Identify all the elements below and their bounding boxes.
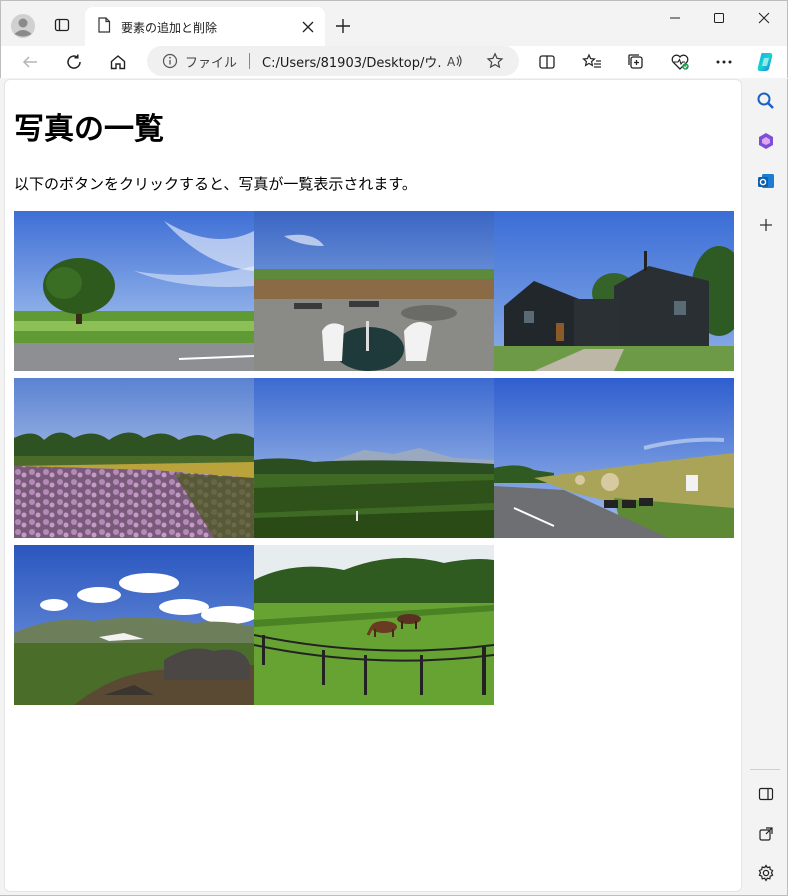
window-close-icon[interactable] — [742, 5, 786, 31]
page-icon — [97, 17, 111, 37]
edge-sidebar — [744, 79, 788, 896]
sidebar-divider — [750, 769, 780, 770]
browser-toolbar: ファイル C:/Users/81903/Desktop/ウ... A — [0, 46, 788, 78]
favorites-list-icon[interactable] — [577, 48, 607, 76]
copilot-mini-icon[interactable] — [752, 127, 780, 155]
photo-terrace-table-chairs — [254, 211, 494, 371]
photo-horses-pasture — [254, 545, 494, 705]
split-screen-icon[interactable] — [532, 48, 562, 76]
web-page: 写真の一覧 以下のボタンをクリックすると、写真が一覧表示されます。 — [4, 79, 742, 892]
svg-text:A: A — [447, 55, 456, 69]
tab-title: 要素の追加と削除 — [121, 20, 218, 35]
tab-actions-icon[interactable] — [49, 12, 75, 38]
add-icon[interactable] — [752, 211, 780, 239]
address-scheme-label: ファイル — [185, 55, 238, 71]
address-divider — [249, 53, 251, 69]
star-icon[interactable] — [485, 51, 505, 71]
browser-essentials-icon[interactable] — [665, 48, 695, 76]
collections-icon[interactable] — [621, 48, 651, 76]
tab-active[interactable]: 要素の追加と削除 — [85, 7, 325, 47]
home-icon[interactable] — [103, 48, 133, 76]
plus-icon[interactable] — [331, 14, 355, 38]
outlook-icon[interactable] — [752, 167, 780, 195]
page-description: 以下のボタンをクリックすると、写真が一覧表示されます。 — [14, 175, 417, 193]
minimize-icon[interactable] — [653, 5, 697, 31]
copilot-icon[interactable] — [751, 48, 781, 76]
photo-gallery — [14, 211, 734, 705]
page-title: 写真の一覧 — [14, 112, 164, 147]
photo-lavender-field — [14, 378, 254, 538]
refresh-icon[interactable] — [59, 48, 89, 76]
photo-rocky-mountain-clouds — [14, 545, 254, 705]
address-url[interactable]: C:/Users/81903/Desktop/ウ... — [262, 52, 442, 71]
back-arrow-icon[interactable] — [15, 48, 45, 76]
sidebar-toggle-icon[interactable] — [752, 780, 780, 808]
more-icon[interactable] — [709, 48, 739, 76]
maximize-icon[interactable] — [697, 5, 741, 31]
photo-lone-tree-field — [14, 211, 254, 371]
open-external-icon[interactable] — [752, 820, 780, 848]
info-icon[interactable] — [161, 52, 179, 70]
settings-icon[interactable] — [752, 859, 780, 887]
address-bar[interactable]: ファイル C:/Users/81903/Desktop/ウ... A — [147, 46, 519, 76]
photo-road-hay-bales — [494, 378, 734, 538]
read-aloud-icon[interactable]: A — [445, 51, 465, 71]
browser-titlebar: 要素の追加と削除 — [0, 0, 788, 47]
close-icon[interactable] — [299, 18, 317, 36]
search-icon[interactable] — [752, 87, 780, 115]
photo-green-meadow-mountains — [254, 378, 494, 538]
profile-icon[interactable] — [9, 12, 37, 40]
photo-dark-wooden-house — [494, 211, 734, 371]
